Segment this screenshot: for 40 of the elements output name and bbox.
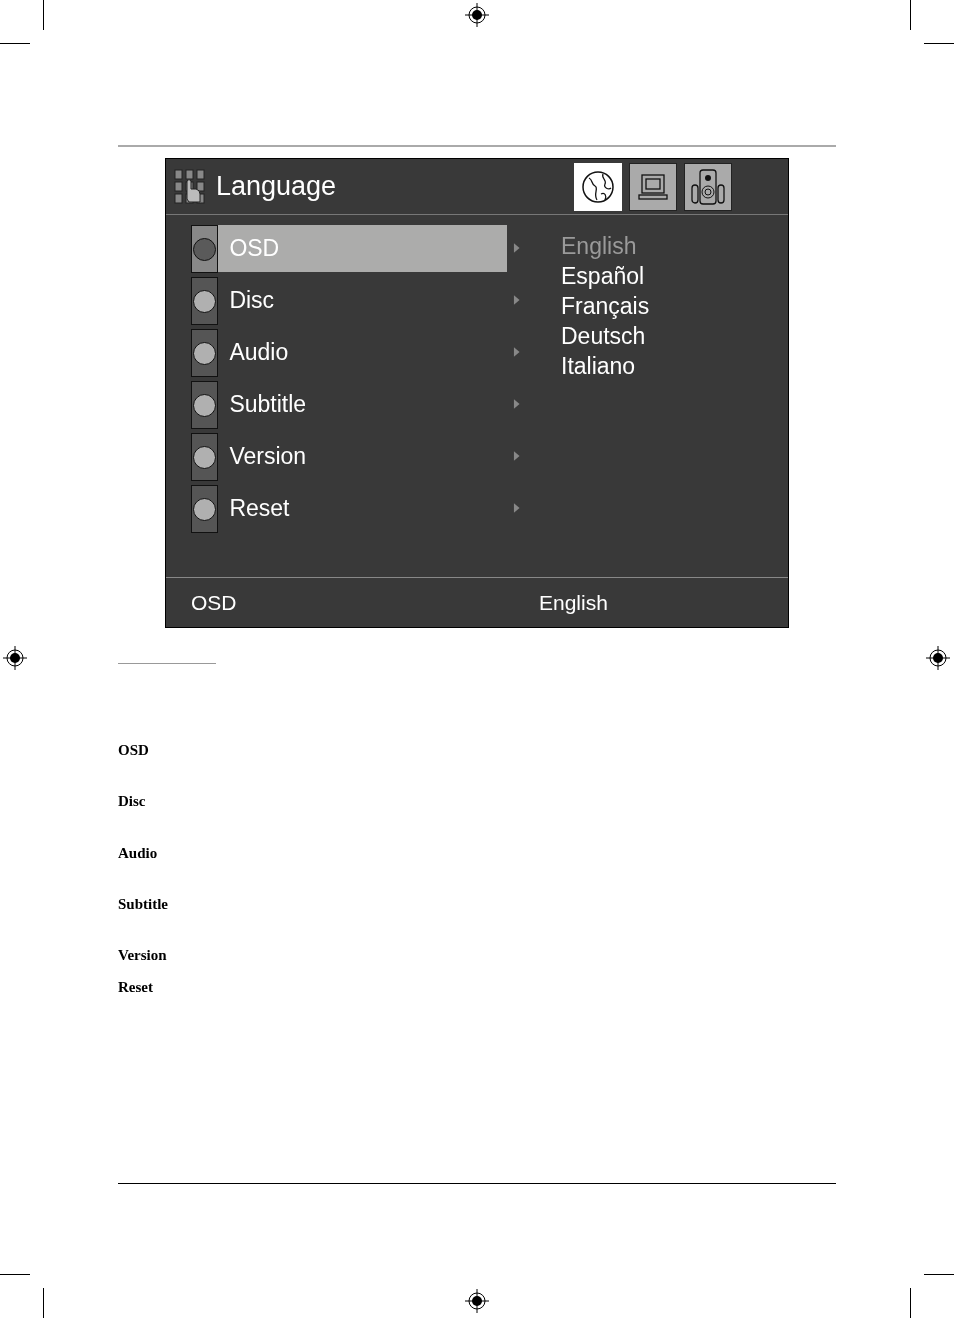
term-heading: Subtitle xyxy=(118,896,168,912)
term-heading: Audio xyxy=(118,845,158,861)
menu-item[interactable]: Disc xyxy=(218,277,508,324)
term-heading: OSD xyxy=(118,742,149,758)
submenu-arrow-icon xyxy=(513,242,521,254)
menu-item[interactable]: Subtitle xyxy=(218,381,508,428)
menu-tab[interactable] xyxy=(684,162,732,211)
menu-item-icon xyxy=(191,485,219,533)
menu-title: Language xyxy=(216,170,337,204)
menu-item[interactable]: Version xyxy=(218,433,508,480)
language-option[interactable]: Français xyxy=(561,291,650,321)
language-option[interactable]: Deutsch xyxy=(561,321,650,351)
submenu-arrow-icon xyxy=(513,294,521,306)
hand-pointer-icon xyxy=(174,168,206,205)
term-heading: Reset xyxy=(118,979,153,995)
menu-tab[interactable] xyxy=(629,162,677,211)
term-heading: Version xyxy=(118,947,167,963)
menu-item-icon xyxy=(191,433,219,481)
submenu-arrow-icon xyxy=(513,398,521,410)
language-option[interactable]: Italiano xyxy=(561,351,650,381)
registration-mark-icon xyxy=(465,3,489,27)
speaker-icon xyxy=(688,166,728,207)
menu-item-icon xyxy=(191,277,219,325)
submenu-arrow-icon xyxy=(513,502,521,514)
status-value: English xyxy=(539,589,608,616)
submenu-arrow-icon xyxy=(513,450,521,462)
term-heading: Disc xyxy=(118,793,146,809)
menu-item[interactable]: Audio xyxy=(218,329,508,376)
menu-item-icon xyxy=(191,225,219,273)
registration-mark-icon xyxy=(465,1289,489,1313)
menu-item-icon xyxy=(191,329,219,377)
menu-item-icon xyxy=(191,381,219,429)
registration-mark-icon xyxy=(926,646,950,670)
status-item: OSD xyxy=(191,589,238,616)
language-option[interactable]: English xyxy=(561,231,650,261)
menu-item[interactable]: Reset xyxy=(218,485,508,532)
submenu-arrow-icon xyxy=(513,346,521,358)
globe-icon xyxy=(581,169,615,204)
registration-mark-icon xyxy=(3,646,27,670)
language-option[interactable]: Español xyxy=(561,261,650,291)
